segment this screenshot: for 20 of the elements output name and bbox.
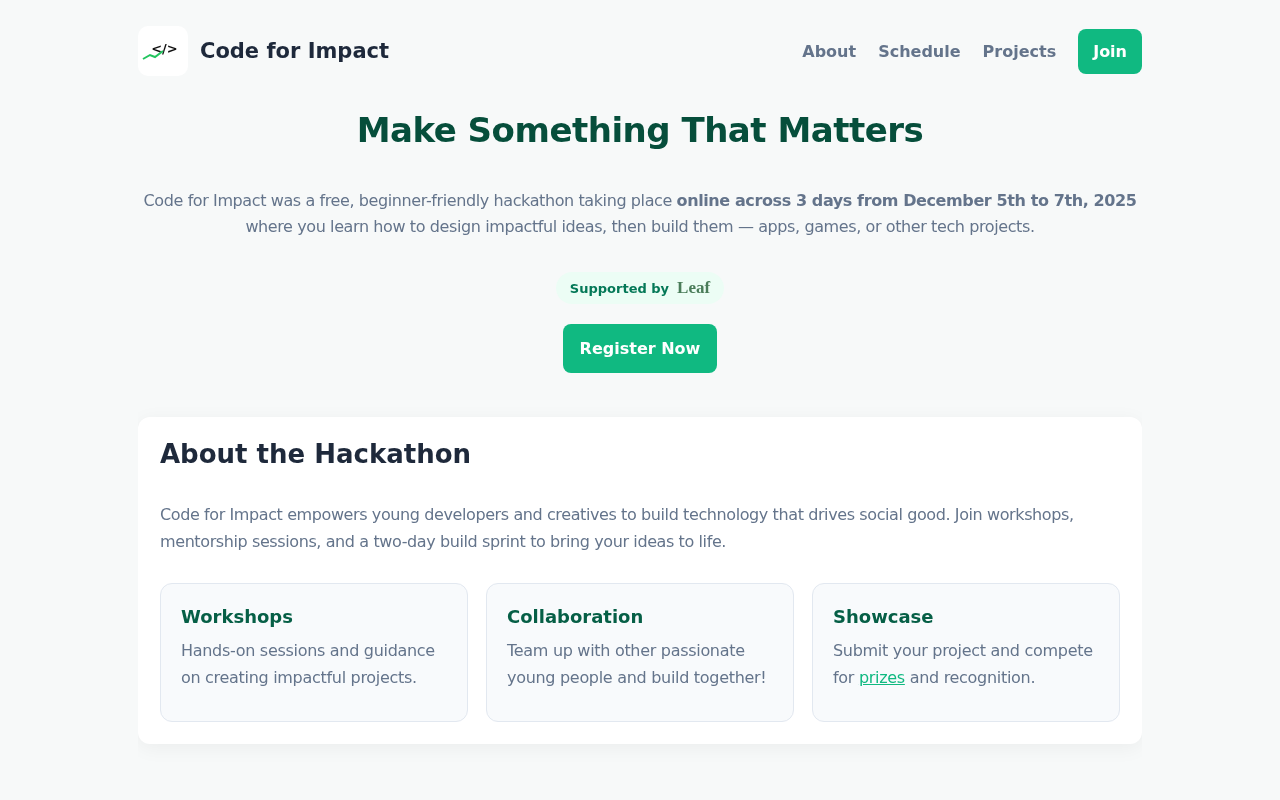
feature-title: Showcase (833, 606, 935, 627)
prizes-link[interactable]: prizes (858, 668, 905, 687)
nav-link[interactable]: Schedule (878, 41, 961, 61)
sponsor-logo: Leaf (677, 278, 711, 298)
feature-title: Collaboration (507, 606, 645, 627)
section-title: About the Hackathon (160, 439, 473, 469)
join-button[interactable]: Join (1078, 28, 1142, 74)
nav-link[interactable]: About (802, 41, 857, 61)
brand-name: Code for Impact (200, 39, 390, 63)
register-button[interactable]: Register Now (562, 324, 718, 373)
nav-link[interactable]: Projects (982, 41, 1057, 61)
logo-code-glyph: </> (151, 40, 178, 56)
hero-title: Make Something That Matters (356, 110, 924, 150)
about-text: Code for Impact empowers young developers and creatives to build technology that drives social good. Join workshops, mentorship sessions, and a two-day build sprint to bring your ideas to life. (160, 504, 1075, 553)
feature-title: Workshops (181, 606, 294, 627)
hero-description: Code for Impact was a free, beginner-friendly hackathon taking place online across 3 days from December 5th to 7th, 2025 where you learn how to design impactful ideas, then build them — apps, games, or other tech projects. (142, 190, 1138, 238)
feature-text: Submit your project and compete for prizes and recognition. (833, 640, 1094, 689)
supported-by-label: Supported by (569, 280, 670, 296)
feature-text: Team up with other passionate young people and build together! (507, 640, 768, 689)
feature-text: Hands-on sessions and guidance on creating impactful projects. (181, 640, 436, 689)
